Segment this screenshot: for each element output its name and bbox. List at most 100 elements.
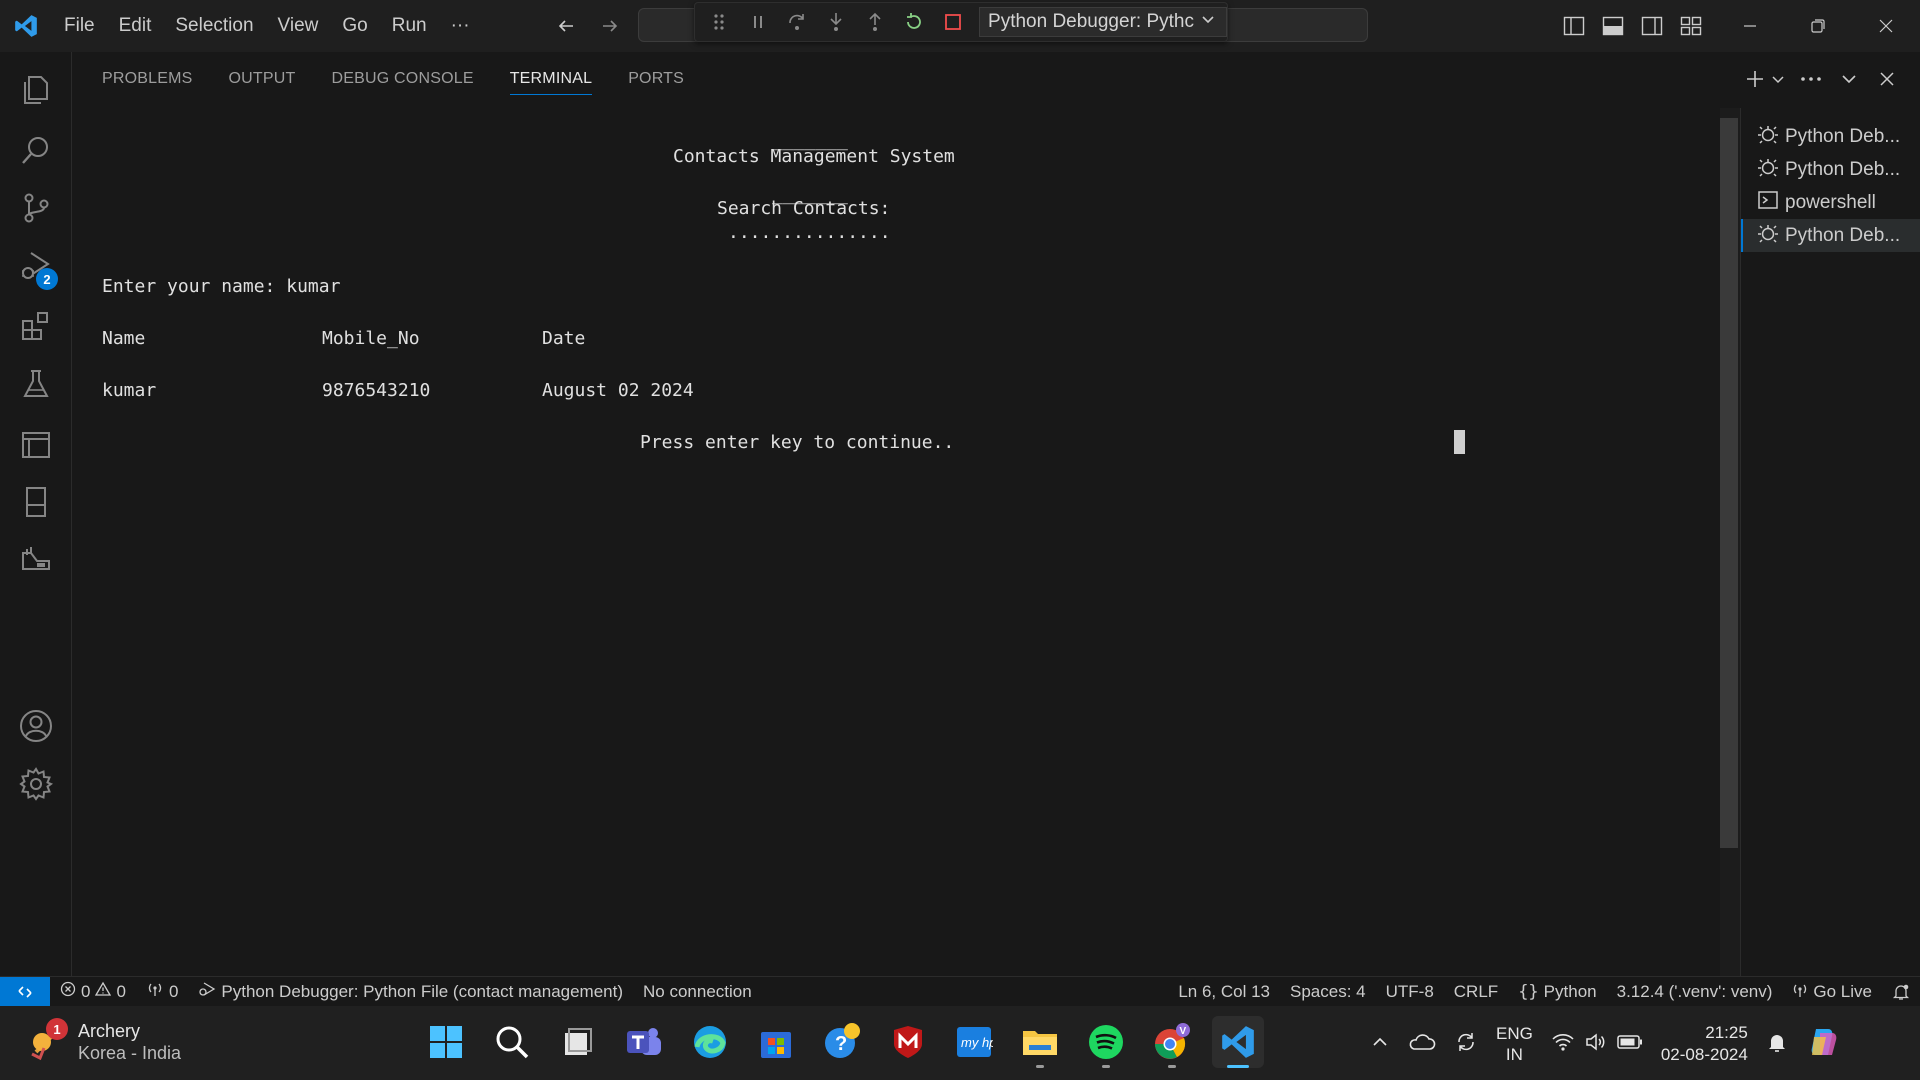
restore-icon[interactable] <box>1784 0 1852 52</box>
run-and-debug-icon[interactable]: 2 <box>0 234 72 298</box>
terminal-item-debug-active[interactable]: Python Deb... <box>1741 219 1920 252</box>
step-into-icon[interactable] <box>820 5 853 39</box>
menu-go[interactable]: Go <box>330 0 379 52</box>
terminal-output[interactable]: _______ Contacts Management System _____… <box>72 108 1722 976</box>
header-date: Date <box>542 328 586 349</box>
tab-ports[interactable]: PORTS <box>628 70 684 95</box>
microsoft-store-icon[interactable] <box>750 1016 802 1068</box>
tab-debug-console[interactable]: DEBUG CONSOLE <box>332 70 474 95</box>
terminal-item-debug-1[interactable]: Python Deb... <box>1741 120 1920 153</box>
explorer-icon[interactable] <box>0 58 72 122</box>
notification-bell-icon[interactable] <box>1766 1031 1788 1058</box>
indentation-status[interactable]: Spaces: 4 <box>1280 982 1376 1002</box>
source-control-icon[interactable] <box>0 176 72 240</box>
name-prompt: Enter your name: kumar <box>102 276 341 297</box>
customize-layout-icon[interactable] <box>1677 12 1705 40</box>
weather-app-icon: 1 <box>28 1018 68 1062</box>
settings-gear-icon[interactable] <box>0 752 72 816</box>
interpreter-status[interactable]: 3.12.4 ('.venv': venv) <box>1607 982 1783 1002</box>
row-name: kumar <box>102 380 157 401</box>
language-status[interactable]: {} Python <box>1508 982 1606 1002</box>
remote-indicator-icon[interactable] <box>0 976 50 1007</box>
encoding-status[interactable]: UTF-8 <box>1376 982 1444 1002</box>
task-view-icon[interactable] <box>552 1016 604 1068</box>
containers-icon[interactable] <box>0 528 72 592</box>
menu-view[interactable]: View <box>266 0 331 52</box>
toggle-primary-sidebar-icon[interactable] <box>1560 12 1588 40</box>
restart-icon[interactable] <box>897 5 930 39</box>
show-hidden-icons-chevron-icon[interactable] <box>1370 1032 1390 1057</box>
clock[interactable]: 21:25 02-08-2024 <box>1661 1022 1748 1066</box>
extensions-icon[interactable] <box>0 294 72 358</box>
teams-icon[interactable] <box>618 1016 670 1068</box>
menu-file[interactable]: File <box>52 0 107 52</box>
terminal-item-debug-2[interactable]: Python Deb... <box>1741 153 1920 186</box>
tab-terminal[interactable]: TERMINAL <box>509 70 593 95</box>
menu-edit[interactable]: Edit <box>107 0 164 52</box>
remote-explorer-icon[interactable] <box>0 412 72 476</box>
step-out-icon[interactable] <box>858 5 891 39</box>
terminal-item-powershell[interactable]: powershell <box>1741 186 1920 219</box>
ports-count: 0 <box>168 981 179 1001</box>
debug-session-status[interactable]: Python Debugger: Python File (contact ma… <box>188 981 633 1002</box>
toggle-panel-icon[interactable] <box>1599 12 1627 40</box>
vscode-taskbar-icon[interactable] <box>1212 1016 1264 1068</box>
help-app-icon[interactable]: ? <box>816 1016 868 1068</box>
search-icon[interactable] <box>0 118 72 182</box>
problems-status[interactable]: 0 0 <box>50 981 136 1002</box>
collapse-panel-chevron-icon[interactable] <box>1836 66 1862 92</box>
copilot-icon[interactable] <box>1806 1025 1840 1064</box>
tab-problems[interactable]: PROBLEMS <box>102 70 193 95</box>
menu-run[interactable]: Run <box>380 0 439 52</box>
header-name: Name <box>102 328 146 349</box>
stop-icon[interactable] <box>936 5 969 39</box>
tab-output[interactable]: OUTPUT <box>229 70 296 95</box>
spotify-icon[interactable] <box>1080 1016 1132 1068</box>
quick-settings[interactable] <box>1551 1032 1643 1057</box>
new-terminal-plus-icon[interactable] <box>1742 66 1768 92</box>
weather-widget[interactable]: 1 Archery Korea - India <box>28 1018 181 1064</box>
debug-config-select[interactable]: Python Debugger: Pythc <box>979 7 1228 37</box>
panel-tabs: PROBLEMS OUTPUT DEBUG CONSOLE TERMINAL P… <box>102 70 684 95</box>
mcafee-icon[interactable] <box>882 1016 934 1068</box>
minimize-icon[interactable] <box>1716 0 1784 52</box>
eol-status[interactable]: CRLF <box>1444 982 1508 1002</box>
ports-status[interactable]: 0 <box>136 981 188 1002</box>
panel-header: PROBLEMS OUTPUT DEBUG CONSOLE TERMINAL P… <box>72 52 1920 108</box>
file-explorer-icon[interactable] <box>1014 1016 1066 1068</box>
edge-browser-icon[interactable] <box>684 1016 736 1068</box>
notebook-icon[interactable] <box>0 470 72 534</box>
close-icon[interactable] <box>1852 0 1920 52</box>
notifications-bell-icon[interactable] <box>1882 983 1920 1001</box>
accounts-icon[interactable] <box>0 694 72 758</box>
debug-session-label: Python Debugger: Python File (contact ma… <box>221 981 624 1001</box>
step-over-icon[interactable] <box>781 5 814 39</box>
debug-badge: 2 <box>36 268 58 290</box>
debug-config-label: Python Debugger: Pythc <box>988 11 1194 32</box>
chrome-icon[interactable]: V <box>1146 1016 1198 1068</box>
toggle-secondary-sidebar-icon[interactable] <box>1638 12 1666 40</box>
cursor-position[interactable]: Ln 6, Col 13 <box>1168 982 1280 1002</box>
language-indicator[interactable]: ENG IN <box>1496 1023 1533 1065</box>
menu-selection[interactable]: Selection <box>163 0 265 52</box>
onedrive-cloud-icon[interactable] <box>1408 1032 1436 1057</box>
taskbar-apps: ? my hp V <box>420 1016 1264 1068</box>
myhp-icon[interactable]: my hp <box>948 1016 1000 1068</box>
go-live-status[interactable]: Go Live <box>1782 982 1882 1003</box>
back-arrow-icon[interactable] <box>552 12 580 40</box>
menu-more[interactable]: ··· <box>439 0 482 52</box>
status-bar: 0 0 0 Python Debugger: Python File (cont… <box>0 976 1920 1007</box>
sync-icon[interactable] <box>1454 1030 1478 1059</box>
terminal-dropdown-chevron-icon[interactable] <box>1770 66 1786 92</box>
forward-arrow-icon[interactable] <box>596 12 624 40</box>
close-panel-icon[interactable] <box>1874 66 1900 92</box>
connection-status[interactable]: No connection <box>633 982 762 1002</box>
taskbar-search-icon[interactable] <box>486 1016 538 1068</box>
more-actions-icon[interactable] <box>1798 66 1824 92</box>
testing-icon[interactable] <box>0 352 72 416</box>
terminal-scrollbar[interactable] <box>1720 118 1738 848</box>
pause-icon[interactable] <box>742 5 775 39</box>
drag-handle-icon[interactable] <box>703 5 736 39</box>
windows-start-icon[interactable] <box>420 1016 472 1068</box>
svg-text:V: V <box>1180 1026 1187 1037</box>
